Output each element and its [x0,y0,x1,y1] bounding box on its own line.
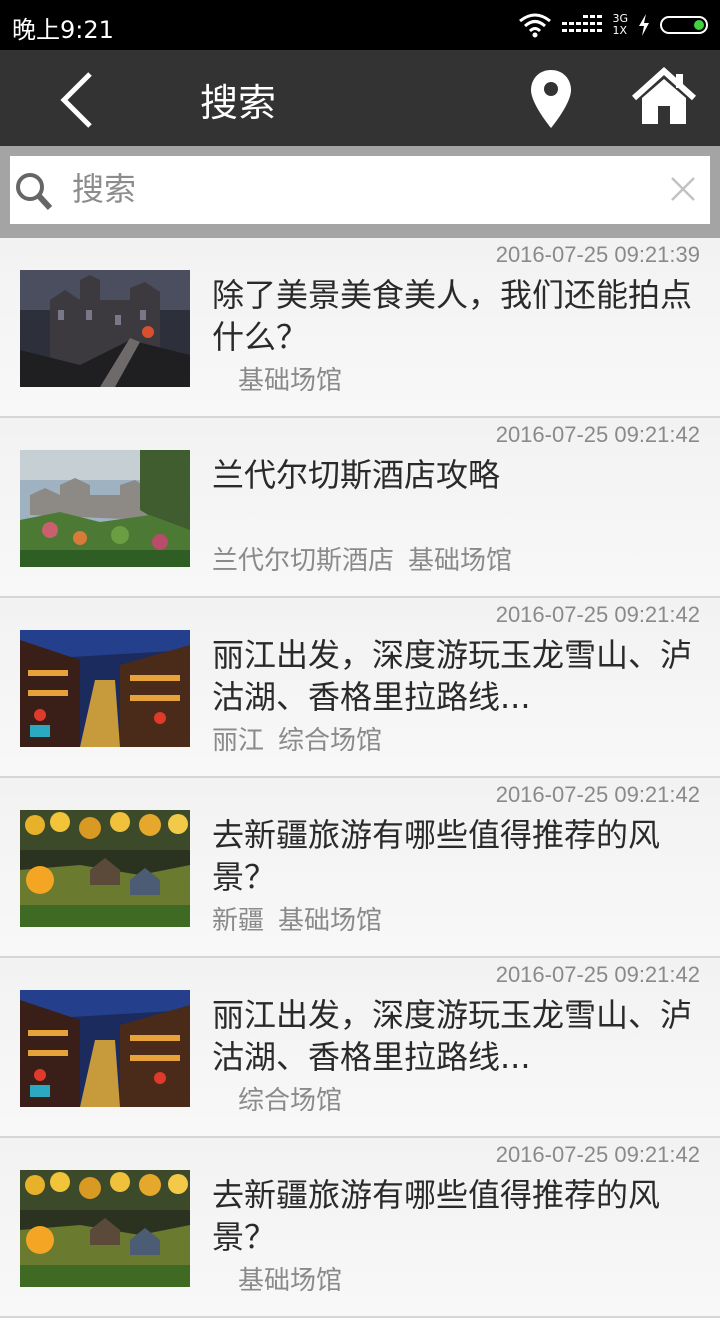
list-item[interactable]: 2016-07-25 09:21:42 丽江出发，深度游玩玉龙雪山、泸沽湖、香格… [0,958,720,1138]
item-title: 去新疆旅游有哪些值得推荐的风景？ [212,816,661,896]
battery-icon [660,16,708,34]
page-title: 搜索 [200,81,277,125]
result-list: 2016-07-25 09:21:39 除了美景美食美人，我们还能拍点什么？ 基… [0,238,720,1318]
item-tag: 综合场馆 [238,1086,343,1116]
item-tag: 丽江 [212,726,265,756]
search-box [10,156,710,224]
item-title: 兰代尔切斯酒店攻略 [212,456,501,494]
status-icons: 3G 1X [518,10,708,40]
item-date: 2016-07-25 09:21:39 [495,242,700,267]
item-date: 2016-07-25 09:21:42 [495,782,700,807]
item-tag: 基础场馆 [278,906,383,936]
back-icon[interactable] [48,70,108,130]
item-date: 2016-07-25 09:21:42 [495,602,700,627]
search-icon [16,173,53,211]
item-date: 2016-07-25 09:21:42 [495,422,700,447]
item-tags: 兰代尔切斯酒店 基础场馆 [212,540,526,577]
signal-icon [562,15,603,32]
thumbnail-xinjiang-village [20,1170,190,1287]
item-title: 除了美景美食美人，我们还能拍点什么？ [212,276,693,356]
thumbnail-hotel-garden [20,450,190,567]
item-tags: 综合场馆 [212,1080,356,1117]
network-type-bottom: 1X [612,24,628,37]
item-tag: 基础场馆 [238,366,343,396]
list-item[interactable]: 2016-07-25 09:21:42 丽江出发，深度游玩玉龙雪山、泸沽湖、香格… [0,598,720,778]
list-item[interactable]: 2016-07-25 09:21:42 兰代尔切斯酒店攻略 兰代尔切斯酒店 基础场… [0,418,720,598]
item-tags: 新疆 基础场馆 [212,900,396,937]
status-time: 晚上9:21 [12,16,114,44]
location-pin-icon[interactable] [528,68,574,130]
list-item[interactable]: 2016-07-25 09:21:42 去新疆旅游有哪些值得推荐的风景？ 基础场… [0,1138,720,1318]
wifi-icon [519,13,552,38]
home-icon[interactable] [632,66,696,130]
item-tags: 基础场馆 [212,360,356,397]
charging-icon [639,14,649,36]
item-title: 丽江出发，深度游玩玉龙雪山、泸沽湖、香格里拉路线... [212,996,693,1076]
item-tags: 丽江 综合场馆 [212,720,396,757]
list-item[interactable]: 2016-07-25 09:21:39 除了美景美食美人，我们还能拍点什么？ 基… [0,238,720,418]
status-bar: 晚上9:21 3G 1X [0,0,720,50]
list-item[interactable]: 2016-07-25 09:21:42 去新疆旅游有哪些值得推荐的风景？ 新疆基… [0,778,720,958]
thumbnail-lijiang-street [20,990,190,1107]
thumbnail-castle-night [20,270,190,387]
item-title: 去新疆旅游有哪些值得推荐的风景？ [212,1176,661,1256]
item-date: 2016-07-25 09:21:42 [495,962,700,987]
thumbnail-xinjiang-village [20,810,190,927]
item-date: 2016-07-25 09:21:42 [495,1142,700,1167]
item-tag: 综合场馆 [278,726,383,756]
search-bar [0,146,720,238]
item-tag: 新疆 [212,906,265,936]
clear-icon[interactable] [666,172,700,206]
thumbnail-lijiang-street [20,630,190,747]
top-bar: 搜索 [0,50,720,146]
item-tags: 基础场馆 [212,1260,356,1297]
item-title: 丽江出发，深度游玩玉龙雪山、泸沽湖、香格里拉路线... [212,636,693,716]
network-type: 3G 1X [612,13,628,37]
item-tag: 基础场馆 [238,1266,343,1296]
item-tag: 兰代尔切斯酒店 [212,546,395,576]
search-input[interactable] [72,166,632,212]
item-tag: 基础场馆 [408,546,513,576]
